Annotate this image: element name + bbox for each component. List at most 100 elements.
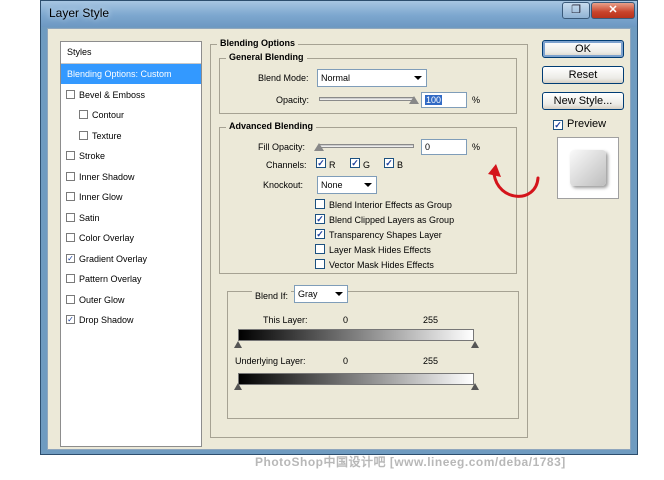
style-item-checkbox[interactable] [79, 110, 88, 119]
chevron-down-icon [364, 183, 372, 187]
style-item[interactable]: Stroke [61, 146, 201, 166]
styles-list: Styles Blending Options: Custom Bevel & Em… [60, 41, 202, 447]
advanced-option-label: Blend Interior Effects as Group [329, 200, 452, 210]
this-layer-black-thumb[interactable] [234, 341, 242, 349]
this-layer-min: 0 [343, 315, 349, 325]
opacity-unit: % [472, 95, 481, 105]
channel-checkbox[interactable]: ✓ [350, 158, 360, 168]
style-item-label: Pattern Overlay [79, 274, 142, 284]
advanced-blending-title: Advanced Blending [226, 121, 317, 131]
checkmark-icon: ✓ [67, 253, 74, 263]
chevron-down-icon [335, 292, 343, 296]
opacity-input[interactable]: 100 [421, 92, 467, 108]
preview-checkbox[interactable]: ✓ [553, 120, 563, 130]
style-item[interactable]: Satin [61, 208, 201, 228]
style-item-label: Satin [79, 212, 100, 223]
style-item-checkbox[interactable] [66, 212, 75, 222]
checkmark-icon: ✓ [554, 120, 562, 130]
preview-label: Preview [567, 118, 607, 130]
general-blending-title: General Blending [226, 52, 307, 62]
arrow-curve [492, 172, 540, 198]
channel-checkbox[interactable]: ✓ [316, 158, 326, 168]
fill-opacity-input[interactable]: 0 [421, 139, 467, 155]
close-icon: ✕ [608, 4, 618, 16]
reset-button[interactable]: Reset [542, 66, 624, 84]
blend-if-select[interactable]: Gray [294, 285, 348, 303]
blend-if-value: Gray [298, 289, 318, 299]
channel-label: R [329, 160, 336, 170]
opacity-slider[interactable] [319, 97, 414, 101]
style-item-checkbox[interactable]: ✓ [66, 253, 75, 263]
style-item[interactable]: Outer Glow [61, 290, 201, 310]
style-item[interactable]: Inner Shadow [61, 167, 201, 187]
style-item[interactable]: Blending Options: Custom [61, 64, 201, 84]
style-item[interactable]: Color Overlay [61, 228, 201, 248]
knockout-label: Knockout: [263, 180, 304, 190]
chevron-down-icon [414, 76, 422, 80]
style-item-label: Inner Shadow [79, 171, 135, 182]
advanced-option-checkbox[interactable] [315, 259, 325, 269]
checkmark-icon: ✓ [317, 158, 325, 168]
preview-thumbnail [557, 137, 619, 199]
style-item-label: Inner Glow [79, 192, 123, 202]
styles-header[interactable]: Styles [61, 42, 201, 64]
underlying-layer-gradient[interactable] [238, 373, 474, 385]
checkmark-icon: ✓ [385, 158, 393, 168]
style-item[interactable]: ✓ Gradient Overlay [61, 249, 201, 269]
opacity-label: Opacity: [276, 95, 310, 105]
new-style-button[interactable]: New Style... [542, 92, 624, 110]
restore-button[interactable]: ❐ [562, 2, 590, 19]
advanced-option-checkbox[interactable] [315, 244, 325, 254]
opacity-value: 100 [425, 95, 443, 105]
style-item[interactable]: Contour [61, 105, 201, 125]
underlying-white-thumb[interactable] [471, 383, 479, 391]
channel-checkbox[interactable]: ✓ [384, 158, 394, 168]
blend-mode-label: Blend Mode: [258, 73, 309, 83]
blend-mode-value: Normal [321, 73, 351, 83]
style-item-label: Drop Shadow [79, 315, 134, 325]
style-item-checkbox[interactable] [66, 171, 75, 181]
advanced-option-checkbox[interactable]: ✓ [315, 229, 325, 239]
style-item-checkbox[interactable] [79, 130, 88, 140]
advanced-option-checkbox[interactable]: ✓ [315, 214, 325, 224]
blend-mode-select[interactable]: Normal [317, 69, 427, 87]
fill-opacity-label: Fill Opacity: [258, 142, 306, 152]
underlying-layer-min: 0 [343, 356, 349, 366]
preview-swatch [570, 150, 606, 186]
window-title: Layer Style [49, 6, 110, 20]
advanced-option-label: Transparency Shapes Layer [329, 230, 442, 240]
dialog-body: Styles Blending Options: Custom Bevel & Em… [47, 28, 631, 450]
style-item-checkbox[interactable] [66, 274, 75, 283]
style-item[interactable]: Bevel & Emboss [61, 85, 201, 105]
fill-opacity-slider[interactable] [319, 144, 414, 148]
channel-label: G [363, 160, 371, 170]
style-item[interactable]: Inner Glow [61, 187, 201, 207]
this-layer-white-thumb[interactable] [471, 341, 479, 349]
opacity-slider-thumb[interactable] [409, 96, 419, 104]
style-item-checkbox[interactable] [66, 192, 75, 201]
knockout-select[interactable]: None [317, 176, 377, 194]
style-item-label: Gradient Overlay [79, 253, 148, 264]
fill-opacity-slider-thumb[interactable] [314, 143, 324, 151]
style-item[interactable]: Texture [61, 126, 201, 146]
advanced-option-label: Layer Mask Hides Effects [329, 245, 431, 255]
red-arrow-annotation [488, 164, 540, 198]
underlying-black-thumb[interactable] [234, 383, 242, 391]
checkmark-icon: ✓ [351, 158, 359, 168]
style-item-checkbox[interactable] [66, 151, 75, 160]
restore-icon: ❐ [571, 4, 581, 16]
ok-button[interactable]: OK [542, 40, 624, 58]
advanced-option-checkbox[interactable] [315, 199, 325, 209]
style-item-checkbox[interactable] [66, 233, 75, 242]
style-item-checkbox[interactable] [66, 89, 75, 99]
style-item[interactable]: ✓ Drop Shadow [61, 310, 201, 330]
blending-options-title: Blending Options [217, 38, 298, 48]
title-bar[interactable]: Layer Style ❐ ✕ [41, 1, 637, 27]
this-layer-gradient[interactable] [238, 329, 474, 341]
style-item-checkbox[interactable]: ✓ [66, 315, 75, 324]
styles-header-label: Styles [67, 47, 92, 57]
style-item[interactable]: Pattern Overlay [61, 269, 201, 289]
style-item-checkbox[interactable] [66, 294, 75, 304]
close-button[interactable]: ✕ [591, 2, 635, 19]
checkmark-icon: ✓ [67, 315, 74, 324]
